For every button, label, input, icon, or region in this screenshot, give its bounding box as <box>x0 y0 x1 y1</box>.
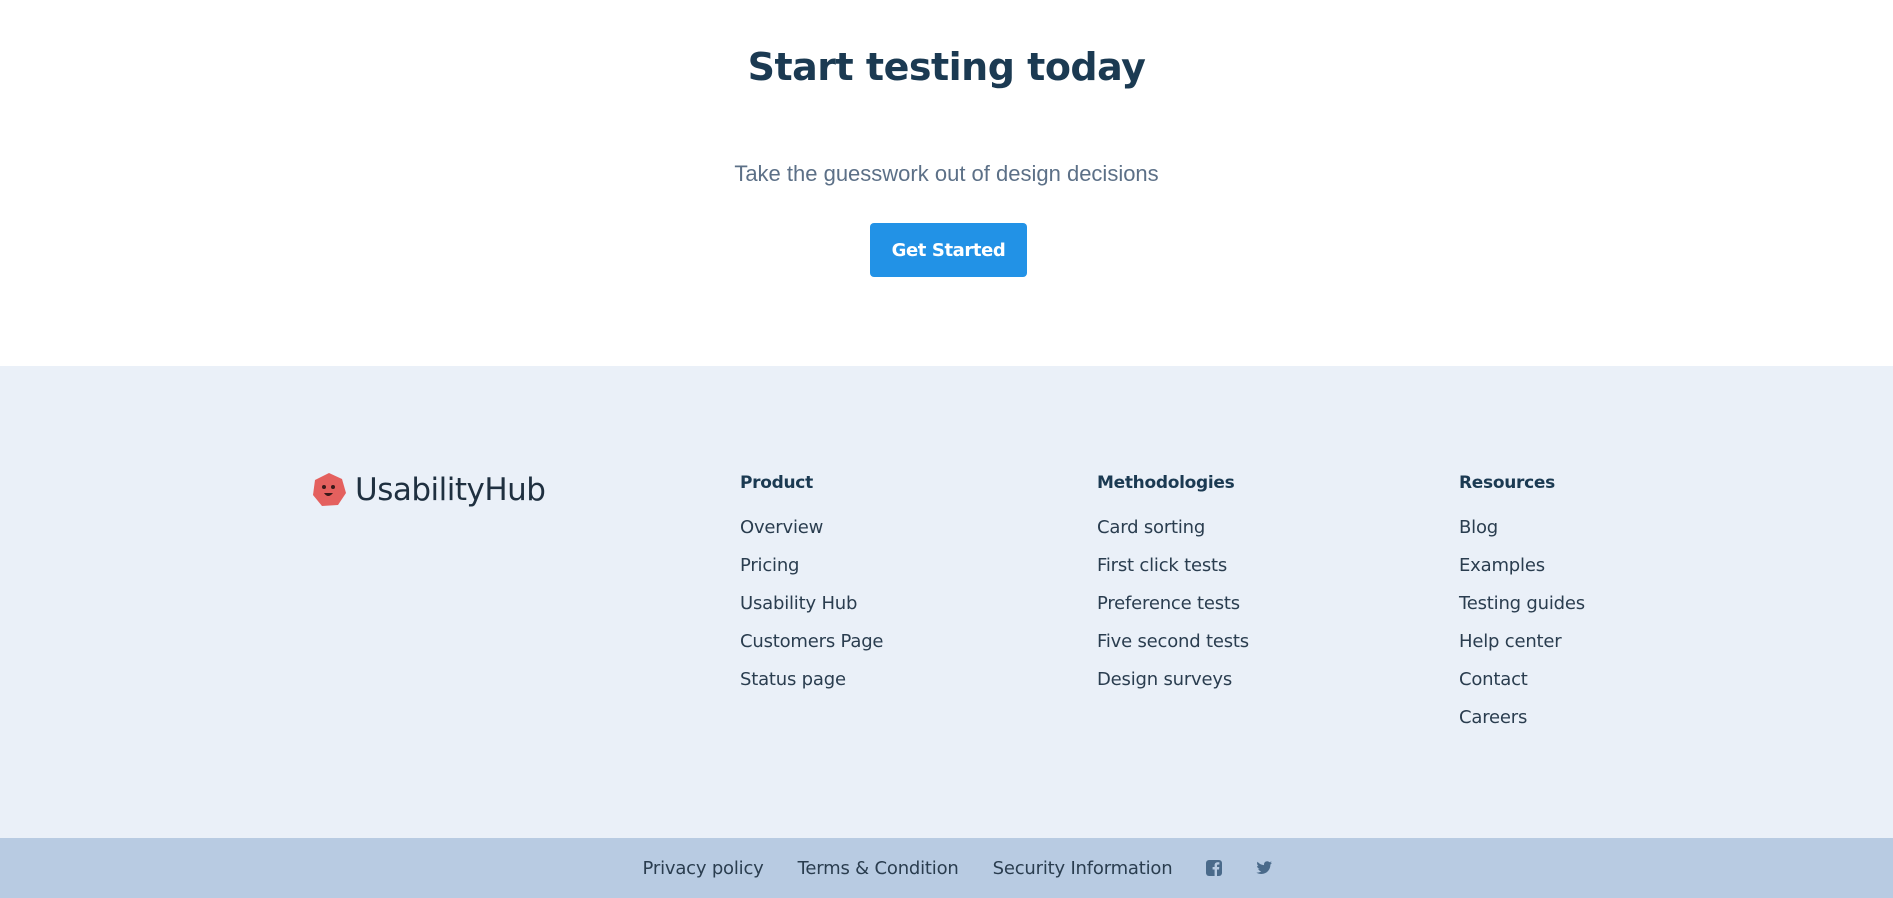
bottom-links: Privacy policy Terms & Condition Securit… <box>0 838 1893 898</box>
usabilityhub-logo-icon <box>313 473 346 506</box>
twitter-icon[interactable] <box>1255 859 1273 877</box>
security-information-link[interactable]: Security Information <box>993 858 1173 879</box>
footer-link-card-sorting[interactable]: Card sorting <box>1097 514 1249 552</box>
footer-link-contact[interactable]: Contact <box>1459 666 1585 704</box>
column-heading: Resources <box>1459 473 1555 493</box>
column-heading: Product <box>740 473 813 493</box>
terms-condition-link[interactable]: Terms & Condition <box>798 858 959 879</box>
column-heading: Methodologies <box>1097 473 1235 493</box>
footer-link-customers-page[interactable]: Customers Page <box>740 628 884 666</box>
footer-link-five-second-tests[interactable]: Five second tests <box>1097 628 1249 666</box>
get-started-button[interactable]: Get Started <box>870 223 1027 277</box>
footer-link-examples[interactable]: Examples <box>1459 552 1585 590</box>
bottom-bar: Privacy policy Terms & Condition Securit… <box>0 838 1893 898</box>
logo-link[interactable]: UsabilityHub <box>311 470 546 510</box>
footer-link-pricing[interactable]: Pricing <box>740 552 883 590</box>
footer-column-resources: Resources Blog Examples Testing guides H… <box>1459 470 1585 742</box>
footer-link-testing-guides[interactable]: Testing guides <box>1459 590 1585 628</box>
footer-link-usability-hub[interactable]: Usability Hub <box>740 590 883 628</box>
site-footer: UsabilityHub Product Overview Pricing Us… <box>0 366 1893 838</box>
footer-link-status-page[interactable]: Status page <box>740 666 883 704</box>
facebook-icon[interactable] <box>1205 859 1223 877</box>
footer-link-careers[interactable]: Careers <box>1459 704 1585 742</box>
footer-column-methodologies: Methodologies Card sorting First click t… <box>1097 470 1249 704</box>
privacy-policy-link[interactable]: Privacy policy <box>643 858 764 879</box>
footer-column-product: Product Overview Pricing Usability Hub C… <box>740 470 884 704</box>
footer-link-preference-tests[interactable]: Preference tests <box>1097 590 1249 628</box>
footer-link-overview[interactable]: Overview <box>740 514 883 552</box>
logo-text: UsabilityHub <box>355 472 546 508</box>
footer-link-design-surveys[interactable]: Design surveys <box>1097 666 1249 704</box>
cta-subtitle: Take the guesswork out of design decisio… <box>734 161 1159 186</box>
footer-link-first-click-tests[interactable]: First click tests <box>1097 552 1249 590</box>
footer-link-help-center[interactable]: Help center <box>1459 628 1585 666</box>
footer-link-blog[interactable]: Blog <box>1459 514 1585 552</box>
cta-section: Start testing today Take the guesswork o… <box>0 0 1893 366</box>
cta-title: Start testing today <box>747 45 1146 89</box>
